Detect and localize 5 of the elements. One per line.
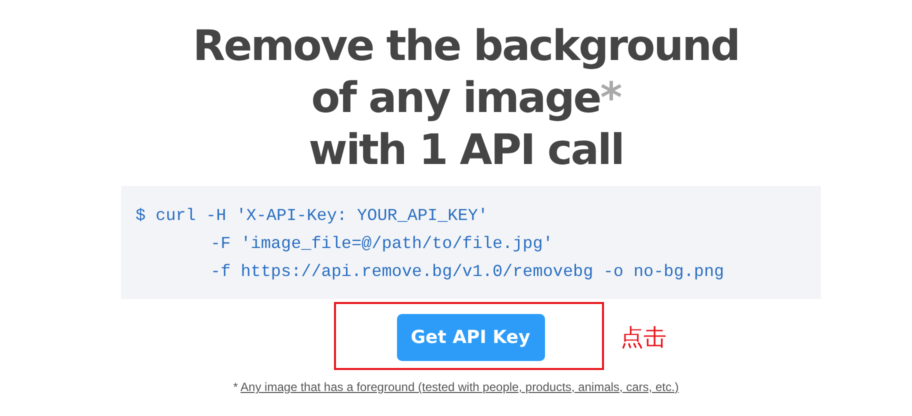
code-block: $ curl -H 'X-API-Key: YOUR_API_KEY' -F 'image_file=@/path/to/file.jpg' -f https://api.remove.bg/v1.0/removebg -o no-bg.png (120, 186, 820, 299)
footnote-link[interactable]: Any image that has a foreground (tested with people, products, animals, cars, etc.) (240, 380, 679, 394)
footnote: * Any image that has a foreground (tested with people, products, animals, cars, etc.) (233, 380, 679, 394)
page-heading: Remove the background of any image* with 1 API call (192, 20, 740, 176)
annotation-text: 点击 (620, 324, 666, 353)
